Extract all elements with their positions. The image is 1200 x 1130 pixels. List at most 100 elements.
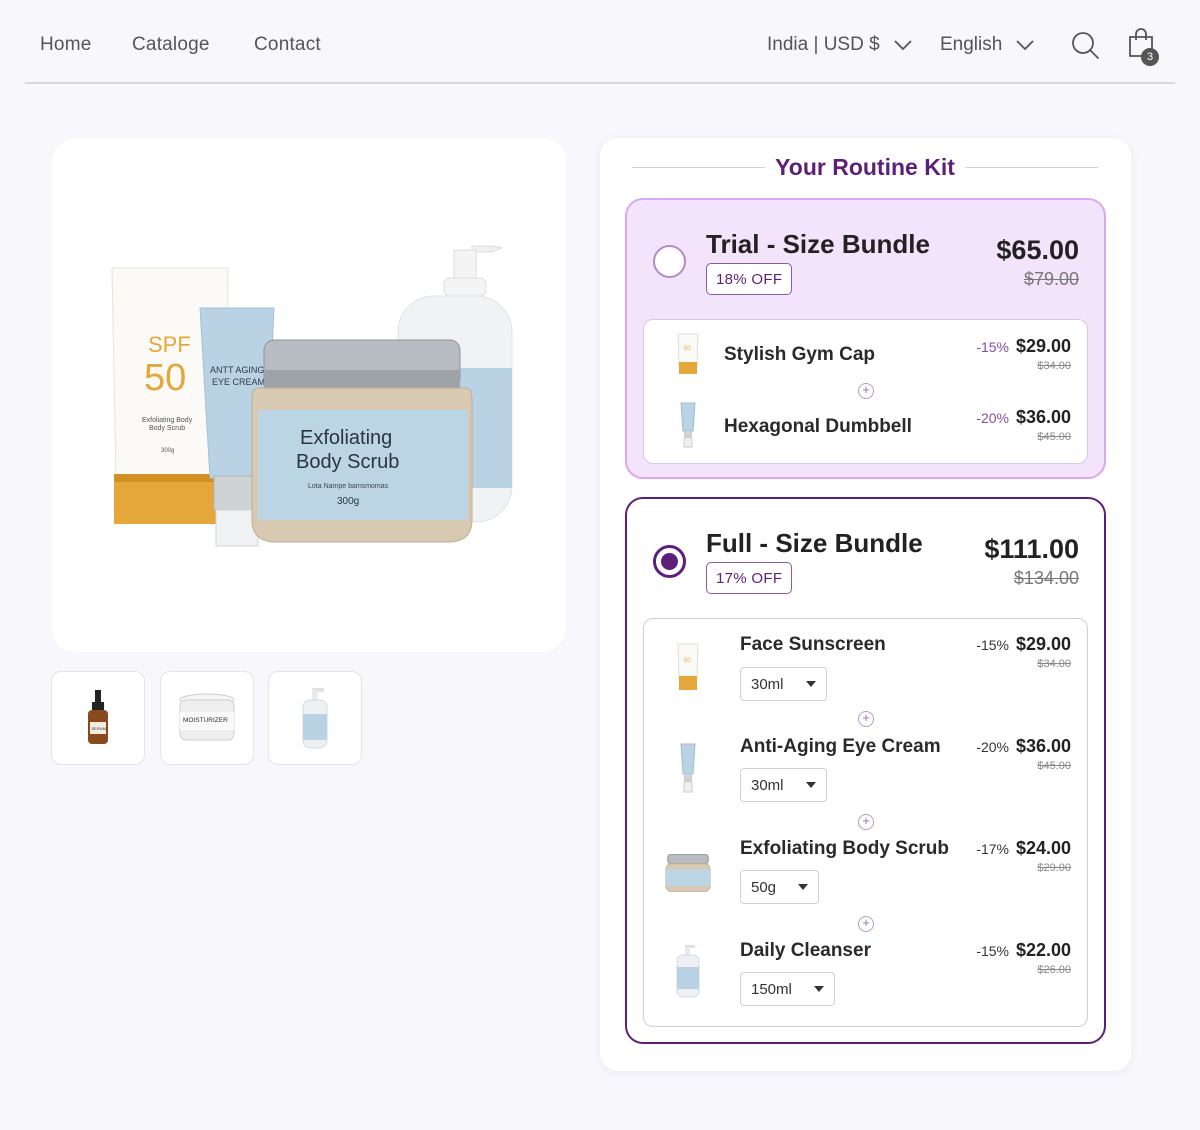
scrub-label-1: Exfoliating: [300, 427, 392, 449]
divider: [632, 166, 766, 168]
variant-select[interactable]: 150ml: [740, 972, 835, 1006]
item-discount: -15%: [976, 637, 1009, 653]
eye-cream-tube-icon: [680, 402, 696, 448]
item-discount: -15%: [976, 943, 1009, 959]
variant-value: 30ml: [751, 675, 784, 693]
eye-cream-label-2: EYE CREAM: [212, 377, 265, 387]
discount-badge: 18% OFF: [706, 263, 793, 295]
spf-sub-text-2: Body Scrub: [149, 425, 185, 432]
routine-kit-heading: Your Routine Kit: [632, 152, 1099, 182]
eye-cream-label-1: ANTT AGING: [210, 365, 264, 375]
item-name: Stylish Gym Cap: [724, 344, 875, 365]
item-price: $36.00: [1015, 736, 1071, 756]
list-item: Anti-Aging Eye Cream -20% $36.00 $45.00 …: [644, 720, 1087, 822]
serum-bottle-icon: SERUM: [88, 690, 108, 744]
item-thumbnail: [664, 401, 712, 449]
item-name: Daily Cleanser: [740, 940, 871, 961]
item-original-price: $34.00: [1037, 360, 1071, 372]
variant-value: 50g: [751, 878, 777, 896]
full-size-bundle-option[interactable]: Full - Size Bundle 17% OFF $111.00 $134.…: [625, 497, 1106, 1044]
search-icon[interactable]: [1071, 31, 1100, 60]
spf-weight-text: 300g: [161, 448, 174, 454]
bundle-items-list: 50 Stylish Gym Cap -15% $29.00 $34.00 + …: [643, 319, 1088, 464]
routine-kit-title: Your Routine Kit: [775, 153, 955, 180]
bundle-name: Full - Size Bundle: [706, 528, 923, 558]
variant-select[interactable]: 30ml: [740, 768, 827, 802]
item-discount: -17%: [976, 841, 1009, 857]
item-original-price: $29.00: [1037, 862, 1071, 874]
chevron-down-icon: [1016, 40, 1034, 51]
item-name: Face Sunscreen: [740, 634, 886, 655]
thumbnail-moisturizer[interactable]: MOISTURIZER: [160, 671, 254, 765]
cleanser-bottle-icon: [302, 688, 328, 749]
spf-sub-text-1: Exfoliating Body: [142, 417, 193, 424]
item-name: Hexagonal Dumbbell: [724, 416, 912, 437]
item-price: $22.00: [1015, 940, 1071, 960]
sunscreen-tube-icon: 50: [677, 643, 699, 690]
list-item: 50 Face Sunscreen -15% $29.00 $34.00 30m…: [644, 619, 1087, 721]
bundle-name: Trial - Size Bundle: [706, 229, 930, 259]
region-label: India | USD $: [767, 34, 880, 55]
item-original-price: $34.00: [1037, 658, 1071, 670]
item-price: $36.00: [1015, 407, 1071, 427]
chevron-down-icon: [894, 40, 912, 51]
item-name: Anti-Aging Eye Cream: [740, 736, 941, 757]
thumbnail-serum[interactable]: SERUM: [51, 671, 145, 765]
variant-value: 150ml: [751, 980, 792, 998]
caret-down-icon: [798, 884, 809, 890]
thumbnail-cleanser[interactable]: [268, 671, 362, 765]
item-discount: -15%: [976, 339, 1009, 355]
bundle-original-price: $134.00: [1013, 568, 1079, 588]
scrub-jar-icon: [665, 854, 711, 892]
item-discount: -20%: [976, 739, 1009, 755]
item-thumbnail: [664, 945, 712, 998]
caret-down-icon: [805, 782, 816, 788]
moisturizer-label: MOISTURIZER: [183, 717, 228, 724]
variant-select[interactable]: 50g: [740, 870, 820, 904]
nav-catalogue-link[interactable]: Cataloge: [132, 34, 210, 56]
caret-down-icon: [813, 986, 824, 992]
spf-label-text: SPF: [148, 332, 191, 357]
item-price: $29.00: [1015, 336, 1071, 356]
scrub-sub-label: Lota Nampe bamsmomas: [308, 483, 389, 490]
main-product-image[interactable]: SPF 50 Exfoliating Body Body Scrub 300g …: [52, 138, 566, 652]
scrub-weight-label: 300g: [337, 496, 359, 507]
cleanser-bottle-icon: [676, 945, 700, 998]
item-discount: -20%: [976, 410, 1009, 426]
item-thumbnail: [664, 743, 712, 793]
full-bundle-radio[interactable]: [653, 545, 686, 578]
trial-bundle-radio[interactable]: [653, 245, 686, 278]
item-original-price: $45.00: [1037, 760, 1071, 772]
language-label: English: [940, 34, 1003, 55]
item-name: Exfoliating Body Scrub: [740, 838, 950, 859]
eye-cream-tube-icon: [680, 743, 696, 793]
bundle-items-list: 50 Face Sunscreen -15% $29.00 $34.00 30m…: [643, 618, 1088, 1027]
list-item: Hexagonal Dumbbell -20% $36.00 $45.00: [644, 391, 1087, 464]
item-price: $24.00: [1015, 838, 1071, 858]
list-item: Daily Cleanser -15% $22.00 $26.00 150ml: [644, 925, 1087, 1027]
trial-size-bundle-option[interactable]: Trial - Size Bundle 18% OFF $65.00 $79.0…: [625, 198, 1106, 479]
item-thumbnail: 50: [664, 330, 712, 378]
item-original-price: $26.00: [1037, 964, 1071, 976]
list-item: Exfoliating Body Scrub -17% $24.00 $29.0…: [644, 823, 1087, 925]
body-scrub-jar-image: Exfoliating Body Scrub Lota Nampe bamsmo…: [251, 339, 473, 543]
bundle-price: $65.00: [996, 235, 1079, 265]
nav-home-link[interactable]: Home: [40, 34, 91, 56]
region-currency-select[interactable]: India | USD $: [767, 34, 912, 56]
item-thumbnail: [664, 849, 712, 897]
item-price: $29.00: [1015, 634, 1071, 654]
caret-down-icon: [805, 681, 816, 687]
svg-text:50: 50: [684, 346, 691, 352]
item-thumbnail: 50: [664, 643, 712, 691]
discount-badge: 17% OFF: [706, 562, 793, 594]
variant-select[interactable]: 30ml: [740, 667, 827, 701]
language-select[interactable]: English: [940, 34, 1034, 56]
product-photo: SPF 50 Exfoliating Body Body Scrub 300g …: [111, 245, 513, 547]
bundle-price: $111.00: [984, 534, 1079, 564]
nav-contact-link[interactable]: Contact: [254, 34, 321, 56]
moisturizer-jar-icon: MOISTURIZER: [179, 693, 235, 741]
svg-text:50: 50: [684, 658, 691, 664]
cart-count-badge: 3: [1141, 48, 1159, 66]
scrub-label-2: Body Scrub: [296, 451, 399, 473]
spf-value-text: 50: [144, 357, 186, 399]
